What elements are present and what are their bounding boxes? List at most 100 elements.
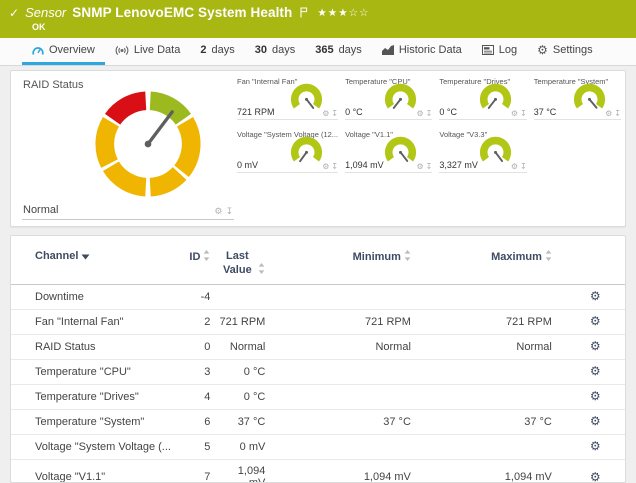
gauge-pin-icon[interactable]: ↧ (331, 163, 338, 171)
gauge-icons: ⚙↧ (322, 110, 338, 118)
star-empty-icon: ☆ (349, 7, 359, 19)
gauge-settings-gear-icon[interactable]: ⚙ (322, 163, 329, 171)
col-header-channel-label: Channel (35, 250, 78, 262)
col-header-maximum[interactable]: Maximum (419, 248, 560, 284)
gauge-pin-icon[interactable]: ↧ (225, 208, 233, 217)
channel-minimum-cell (273, 284, 419, 309)
tab-label: Log (499, 44, 517, 56)
channel-row-voltage-v1-1[interactable]: Voltage "V1.1"71,094 mV1,094 mV1,094 mV⚙ (11, 459, 625, 483)
gauge-arc (288, 133, 325, 170)
gauge-pin-icon[interactable]: ↧ (520, 163, 527, 171)
gauge-pin-icon[interactable]: ↧ (520, 110, 527, 118)
tab-historic-data[interactable]: Historic Data (372, 38, 472, 65)
col-header-id[interactable]: ID (179, 248, 218, 284)
gauge-arc (382, 133, 419, 170)
gauge-tile-voltage-v1-1[interactable]: Voltage "V1.1"1,094 mV⚙↧ (345, 129, 432, 173)
gauge-arc (477, 133, 514, 170)
log-icon (482, 45, 494, 55)
col-header-last-value-label: Last Value (219, 250, 255, 278)
col-header-minimum[interactable]: Minimum (273, 248, 419, 284)
tab-bar: OverviewLive Data2days30days365daysHisto… (0, 38, 636, 66)
channel-settings-gear-icon[interactable]: ⚙ (590, 339, 601, 353)
channel-maximum-cell (419, 384, 560, 409)
gauge-settings-gear-icon[interactable]: ⚙ (605, 110, 612, 118)
channel-id-cell: 2 (179, 309, 218, 334)
sort-updown-icon (203, 250, 210, 261)
priority-stars[interactable]: ★★★☆☆ (317, 7, 369, 19)
gauge-pin-icon[interactable]: ↧ (426, 110, 433, 118)
tab-overview[interactable]: Overview (22, 38, 105, 65)
channel-settings-gear-icon[interactable]: ⚙ (590, 364, 601, 378)
channel-id-cell: 4 (179, 384, 218, 409)
channel-settings-gear-icon[interactable]: ⚙ (590, 470, 601, 483)
col-header-channel[interactable]: Channel (11, 248, 179, 284)
channel-settings-gear-icon[interactable]: ⚙ (590, 389, 601, 403)
channel-row-voltage-system-voltage[interactable]: Voltage "System Voltage (...50 mV⚙ (11, 434, 625, 459)
sensor-title: SNMP LenovoEMC System Health (72, 5, 292, 20)
gauge-value: 0 °C (439, 107, 457, 117)
tab-settings[interactable]: ⚙Settings (527, 38, 603, 65)
flag-icon[interactable] (300, 7, 308, 18)
gauge-tile-voltage-v3-3[interactable]: Voltage "V3.3"3,327 mV⚙↧ (439, 129, 526, 173)
gauge-tile-fan-internal-fan[interactable]: Fan "Internal Fan"721 RPM⚙↧ (237, 76, 338, 120)
channel-row-temperature-cpu[interactable]: Temperature "CPU"30 °C⚙ (11, 359, 625, 384)
gauge-settings-gear-icon[interactable]: ⚙ (417, 163, 424, 171)
channel-row-fan-internal-fan[interactable]: Fan "Internal Fan"2721 RPM721 RPM721 RPM… (11, 309, 625, 334)
gauge-tile-voltage-system-voltage-12[interactable]: Voltage "System Voltage (12...0 mV⚙↧ (237, 129, 338, 173)
col-header-last-value[interactable]: Last Value (218, 248, 273, 284)
tab-2-days[interactable]: 2days (190, 38, 244, 65)
gauge-pin-icon[interactable]: ↧ (614, 110, 621, 118)
tab-live-data[interactable]: Live Data (105, 38, 190, 65)
broadcast-icon (115, 45, 129, 56)
gauge-settings-gear-icon[interactable]: ⚙ (322, 110, 329, 118)
raid-status-tile[interactable]: RAID Status Normal ⚙ ↧ (22, 77, 234, 220)
channel-table-panel: Channel ID Last Value Minimum Maximum Do… (10, 235, 626, 483)
object-kind-label: Sensor (25, 5, 66, 20)
channel-row-temperature-drives[interactable]: Temperature "Drives"40 °C⚙ (11, 384, 625, 409)
channel-actions-cell: ⚙ (560, 284, 625, 309)
gauge-settings-gear-icon[interactable]: ⚙ (511, 163, 518, 171)
gauge-value: 1,094 mV (345, 160, 384, 170)
gauge-tile-temperature-cpu[interactable]: Temperature "CPU"0 °C⚙↧ (345, 76, 432, 120)
channel-settings-gear-icon[interactable]: ⚙ (590, 414, 601, 428)
tab-365-days[interactable]: 365days (305, 38, 372, 65)
gauge-pin-icon[interactable]: ↧ (331, 110, 338, 118)
channel-row-raid-status[interactable]: RAID Status0NormalNormalNormal⚙ (11, 334, 625, 359)
tab-number: 2 (200, 44, 206, 56)
gauge-tile-temperature-drives[interactable]: Temperature "Drives"0 °C⚙↧ (439, 76, 526, 120)
channel-id-cell: 3 (179, 359, 218, 384)
channel-minimum-cell: 1,094 mV (273, 459, 419, 483)
channel-minimum-cell (273, 359, 419, 384)
gauge-tile-temperature-system[interactable]: Temperature "System"37 °C⚙↧ (534, 76, 621, 120)
channel-maximum-cell: 721 RPM (419, 309, 560, 334)
tab-label: Settings (553, 44, 593, 56)
overview-panel: RAID Status Normal ⚙ ↧ Fan "Internal Fan… (10, 70, 626, 227)
channel-row-downtime[interactable]: Downtime-4⚙ (11, 284, 625, 309)
channel-last-value-cell (218, 284, 273, 309)
gauge-icons: ⚙↧ (605, 110, 621, 118)
gauge-settings-gear-icon[interactable]: ⚙ (214, 208, 222, 217)
channel-name-cell: Temperature "Drives" (11, 384, 179, 409)
channel-settings-gear-icon[interactable]: ⚙ (590, 314, 601, 328)
gauge-settings-gear-icon[interactable]: ⚙ (417, 110, 424, 118)
tab-30-days[interactable]: 30days (245, 38, 306, 65)
channel-id-cell: 5 (179, 434, 218, 459)
channel-actions-cell: ⚙ (560, 459, 625, 483)
channel-minimum-cell (273, 434, 419, 459)
tab-log[interactable]: Log (472, 38, 527, 65)
channel-settings-gear-icon[interactable]: ⚙ (590, 289, 601, 303)
channel-last-value-cell: 37 °C (218, 409, 273, 434)
gauge-value: 721 RPM (237, 107, 275, 117)
channel-row-temperature-system[interactable]: Temperature "System"637 °C37 °C37 °C⚙ (11, 409, 625, 434)
tab-number: 365 (315, 44, 333, 56)
gauge-value: 0 °C (345, 107, 363, 117)
channel-name-cell: Voltage "System Voltage (... (11, 434, 179, 459)
sensor-status-text: OK (32, 22, 626, 32)
status-ok-check-icon: ✓ (9, 6, 19, 20)
gauge-pin-icon[interactable]: ↧ (426, 163, 433, 171)
channel-settings-gear-icon[interactable]: ⚙ (590, 439, 601, 453)
gauge-value: 0 mV (237, 160, 258, 170)
star-filled-icon: ★ (328, 7, 338, 19)
sort-desc-icon (81, 254, 90, 260)
gauge-settings-gear-icon[interactable]: ⚙ (511, 110, 518, 118)
